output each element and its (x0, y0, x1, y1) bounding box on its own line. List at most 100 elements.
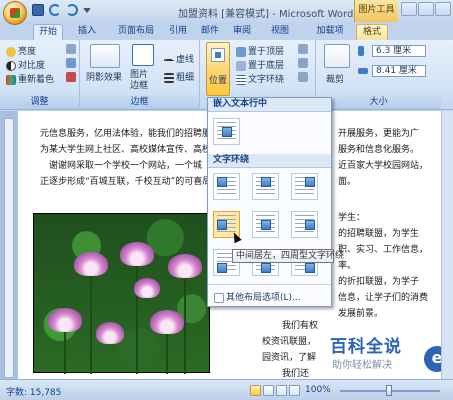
adjust-group-label: 调整 (0, 96, 79, 109)
redo-icon[interactable] (66, 4, 78, 16)
window-controls (401, 2, 451, 16)
lotus-flower (96, 322, 124, 344)
office-button[interactable] (3, 1, 27, 25)
lotus-flower (74, 252, 108, 276)
bring-to-front-icon (236, 46, 246, 57)
vertical-ruler (4, 118, 14, 378)
align-icon[interactable] (298, 44, 310, 55)
more-layout-options[interactable]: 其他布局选项(L)... (214, 290, 301, 303)
shadow-effect-button[interactable]: 阴影效果 (86, 70, 122, 83)
zoom-level[interactable]: 100% (305, 385, 331, 395)
recolor-button[interactable]: 重新着色 (6, 72, 54, 85)
maximize-icon[interactable] (418, 2, 434, 16)
text-wrapping-button[interactable]: 文字环绕 (236, 72, 284, 85)
web-layout-view-button[interactable] (276, 385, 287, 396)
tab-page-layout[interactable]: 页面布局 (112, 24, 160, 40)
tab-references[interactable]: 引用 (166, 24, 190, 40)
dashes-icon (164, 58, 174, 61)
lotus-flower (150, 310, 184, 334)
reset-picture-icon[interactable] (66, 72, 78, 83)
tab-home[interactable]: 开始 (33, 24, 63, 40)
weight-icon (164, 72, 174, 83)
lotus-picture[interactable] (33, 213, 210, 374)
change-picture-icon[interactable] (66, 58, 78, 69)
compress-icon[interactable] (66, 44, 78, 55)
doc-line: 近百家大学校园网站， (338, 161, 429, 171)
picture-border-button[interactable]: 图片边框 (130, 70, 156, 92)
doc-line: 正逐步形成“百城互联，千校互动”的可喜局 (40, 177, 212, 187)
undo-icon[interactable] (49, 4, 61, 16)
wrap-middle-center-option[interactable] (252, 211, 279, 238)
window-title: 加盟资料 [兼容模式] - Microsoft Word (178, 9, 354, 20)
doc-line: 服务和信息化服务。 (338, 145, 420, 155)
recolor-icon (6, 74, 16, 85)
height-spinbox[interactable]: 6.3 厘米 (372, 45, 426, 57)
group-icon[interactable] (298, 58, 310, 69)
brightness-button[interactable]: 亮度 (6, 44, 36, 57)
picture-tools-header: 图片工具 (354, 0, 398, 22)
weight-button[interactable]: 粗细 (164, 70, 194, 83)
brightness-icon (6, 46, 16, 57)
inline-with-text-option[interactable] (213, 118, 240, 145)
height-icon (358, 46, 366, 57)
doc-line: 元信息服务，亿用法体验，能我们的招聘服务， (40, 129, 230, 139)
customize-toolbar-icon[interactable] (83, 8, 91, 13)
doc-line: 我们有权 (282, 321, 319, 331)
doc-line: 为某大学生网上社区、高校媒体宣传、高校活 (40, 145, 221, 155)
lotus-flower (48, 308, 82, 332)
doc-line: 校资讯联盟， (262, 337, 317, 347)
doc-line: 的折扣联盟，为学子 (338, 277, 420, 287)
shadow-effect-icon (90, 44, 120, 68)
position-dropdown: 嵌入文本行中 文字环绕 其他布局选项(L)... (207, 97, 332, 307)
wrap-top-left-option[interactable] (213, 173, 240, 200)
tab-mailings[interactable]: 邮件 (198, 24, 222, 40)
vertical-scrollbar[interactable] (441, 111, 453, 379)
word-count[interactable]: 字数: 15,785 (6, 385, 61, 398)
minimize-icon[interactable] (401, 2, 417, 16)
save-icon[interactable] (32, 4, 44, 16)
doc-line: 我们还 (282, 369, 310, 379)
lotus-flower (134, 278, 160, 298)
doc-line: 学生： (338, 213, 366, 223)
doc-line: 开展服务，更能为广 (338, 129, 420, 139)
wrap-option-tooltip: 中间居左，四周型文字环绕 (232, 249, 344, 263)
lotus-flower (168, 254, 202, 278)
width-spinbox[interactable]: 8.41 厘米 (372, 65, 426, 77)
inline-with-text-header: 嵌入文本行中 (208, 98, 331, 112)
bring-to-front-button[interactable]: 置于顶层 (236, 44, 284, 57)
wrap-middle-right-option[interactable] (291, 211, 318, 238)
wrap-top-center-option[interactable] (252, 173, 279, 200)
text-wrapping-header: 文字环绕 (208, 154, 331, 168)
zoom-slider-knob[interactable] (386, 385, 392, 396)
position-label: 位置 (208, 76, 227, 86)
tab-insert[interactable]: 插入 (72, 24, 102, 40)
send-to-back-button[interactable]: 置于底层 (236, 58, 284, 71)
full-screen-reading-view-button[interactable] (263, 385, 274, 396)
watermark-subtitle: 助你轻松解决 (332, 360, 392, 371)
office-logo-icon (10, 8, 20, 18)
doc-line: 职、实习、工作信息， (338, 245, 429, 255)
position-button[interactable]: 位置 (206, 42, 230, 96)
dropdown-separator (208, 284, 331, 285)
crop-icon (324, 44, 350, 68)
picture-styles-group: 阴影效果 图片边框 虚线 粗细 边框 (80, 40, 200, 110)
title-bar: 加盟资料 [兼容模式] - Microsoft Word 图片工具 (0, 0, 453, 25)
tab-view[interactable]: 视图 (268, 24, 292, 40)
close-icon[interactable] (435, 2, 451, 16)
doc-line: 园资讯，了解 (262, 353, 317, 363)
lotus-flower (120, 242, 154, 266)
status-bar: 字数: 15,785 100% (0, 379, 453, 400)
tab-review[interactable]: 审阅 (230, 24, 254, 40)
position-icon (211, 48, 225, 62)
rotate-icon[interactable] (298, 72, 310, 83)
tab-format[interactable]: 格式 (356, 24, 388, 40)
picture-border-icon (132, 44, 154, 66)
print-layout-view-button[interactable] (250, 385, 261, 396)
size-group: 裁剪 6.3 厘米 8.41 厘米 大小 (316, 40, 441, 110)
contrast-button[interactable]: 对比度 (6, 58, 45, 71)
tab-addins[interactable]: 加载项 (312, 24, 348, 40)
wrap-top-right-option[interactable] (291, 173, 318, 200)
dashes-button[interactable]: 虚线 (164, 52, 194, 65)
crop-button[interactable]: 裁剪 (326, 72, 344, 85)
outline-view-button[interactable] (289, 385, 300, 396)
